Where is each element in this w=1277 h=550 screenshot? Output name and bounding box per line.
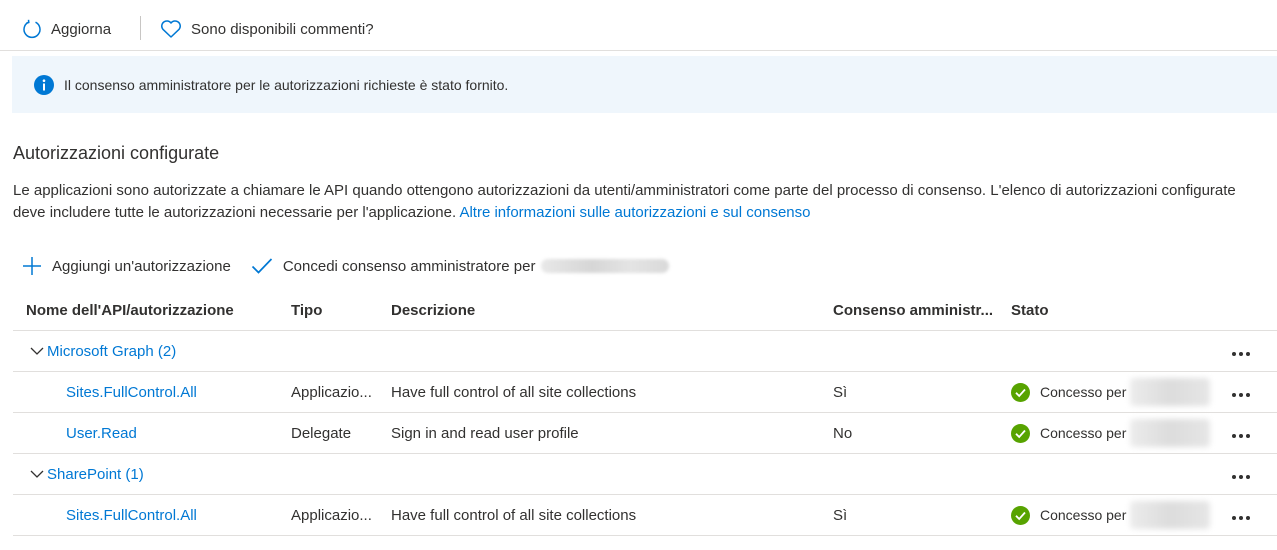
- permissions-table: Nome dell'API/autorizzazione Tipo Descri…: [13, 290, 1277, 536]
- status-cell: Concesso per: [1011, 413, 1221, 453]
- table-row: Sites.FullControl.All Applicazio... Have…: [13, 495, 1277, 536]
- add-permission-label: Aggiungi un'autorizzazione: [52, 257, 231, 275]
- group-row-microsoft-graph: Microsoft Graph (2): [13, 331, 1277, 372]
- group-toggle-microsoft-graph[interactable]: Microsoft Graph (2): [26, 331, 280, 371]
- group-row-sharepoint: SharePoint (1): [13, 454, 1277, 495]
- more-actions-button[interactable]: [1225, 413, 1257, 453]
- more-ellipsis-icon: [1231, 343, 1252, 360]
- redacted-tenant-name: [541, 259, 670, 273]
- column-header-admin-consent[interactable]: Consenso amministr...: [833, 290, 1003, 330]
- more-ellipsis-icon: [1231, 384, 1252, 401]
- admin-consent-required: Sì: [833, 383, 848, 401]
- table-row: Sites.FullControl.All Applicazio... Have…: [13, 372, 1277, 413]
- more-ellipsis-icon: [1231, 425, 1252, 442]
- learn-more-link[interactable]: Altre informazioni sulle autorizzazioni …: [459, 204, 810, 221]
- redacted-tenant-name: [1130, 378, 1211, 406]
- status-cell: Concesso per: [1011, 495, 1221, 535]
- permission-type: Applicazio...: [291, 506, 372, 524]
- column-header-type[interactable]: Tipo: [291, 290, 386, 330]
- status-text: Concesso per: [1040, 507, 1127, 523]
- group-toggle-sharepoint[interactable]: SharePoint (1): [26, 454, 280, 494]
- banner-message: Il consenso amministratore per le autori…: [64, 76, 509, 93]
- permission-description: Have full control of all site collection…: [391, 506, 637, 524]
- more-actions-button[interactable]: [1225, 454, 1257, 494]
- more-actions-button[interactable]: [1225, 372, 1257, 412]
- column-header-status[interactable]: Stato: [1011, 290, 1221, 330]
- permission-link[interactable]: User.Read: [26, 413, 316, 453]
- feedback-button[interactable]: Sono disponibili commenti?: [160, 14, 374, 44]
- permissions-command-bar: Aggiungi un'autorizzazione Concedi conse…: [22, 252, 689, 280]
- plus-icon: [23, 257, 41, 275]
- success-check-icon: [1011, 423, 1030, 443]
- group-label: SharePoint (1): [47, 465, 144, 483]
- chevron-down-icon: [30, 470, 44, 478]
- redacted-tenant-name: [1130, 419, 1211, 447]
- refresh-label: Aggiorna: [51, 20, 112, 38]
- permission-description: Sign in and read user profile: [391, 424, 579, 442]
- permission-type: Delegate: [291, 424, 352, 442]
- permission-type: Applicazio...: [291, 383, 372, 401]
- permission-description: Have full control of all site collection…: [391, 383, 637, 401]
- heart-icon: [161, 20, 181, 38]
- toolbar-divider: [140, 16, 141, 40]
- section-title: Autorizzazioni configurate: [13, 143, 220, 163]
- status-text: Concesso per: [1040, 384, 1127, 400]
- redacted-tenant-name: [1130, 501, 1211, 529]
- grant-admin-consent-label: Concedi consenso amministratore per: [282, 257, 536, 275]
- add-permission-button[interactable]: Aggiungi un'autorizzazione: [22, 256, 231, 276]
- more-ellipsis-icon: [1231, 466, 1252, 483]
- column-header-description[interactable]: Descrizione: [391, 290, 821, 330]
- group-label: Microsoft Graph (2): [47, 342, 177, 360]
- permission-link[interactable]: Sites.FullControl.All: [26, 495, 316, 535]
- success-check-icon: [1011, 505, 1030, 525]
- admin-consent-required: No: [833, 424, 853, 442]
- table-header-row: Nome dell'API/autorizzazione Tipo Descri…: [13, 290, 1277, 331]
- grant-admin-consent-button[interactable]: Concedi consenso amministratore per: [251, 257, 670, 275]
- permission-link[interactable]: Sites.FullControl.All: [26, 372, 316, 412]
- chevron-down-icon: [30, 347, 44, 355]
- table-row: User.Read Delegate Sign in and read user…: [13, 413, 1277, 454]
- more-actions-button[interactable]: [1225, 331, 1257, 371]
- refresh-button[interactable]: Aggiorna: [22, 14, 111, 44]
- status-text: Concesso per: [1040, 425, 1127, 441]
- admin-consent-required: Sì: [833, 506, 848, 524]
- success-check-icon: [1011, 382, 1030, 402]
- info-icon: [34, 74, 54, 95]
- section-description: Le applicazioni sono autorizzate a chiam…: [13, 180, 1268, 224]
- command-toolbar: Aggiorna Sono disponibili commenti?: [0, 0, 1277, 51]
- info-banner: Il consenso amministratore per le autori…: [12, 56, 1277, 113]
- more-actions-button[interactable]: [1225, 495, 1257, 535]
- refresh-icon: [23, 19, 41, 39]
- status-cell: Concesso per: [1011, 372, 1221, 412]
- checkmark-icon: [251, 258, 272, 274]
- column-header-name[interactable]: Nome dell'API/autorizzazione: [26, 290, 276, 330]
- feedback-label: Sono disponibili commenti?: [191, 20, 374, 38]
- more-ellipsis-icon: [1231, 507, 1252, 524]
